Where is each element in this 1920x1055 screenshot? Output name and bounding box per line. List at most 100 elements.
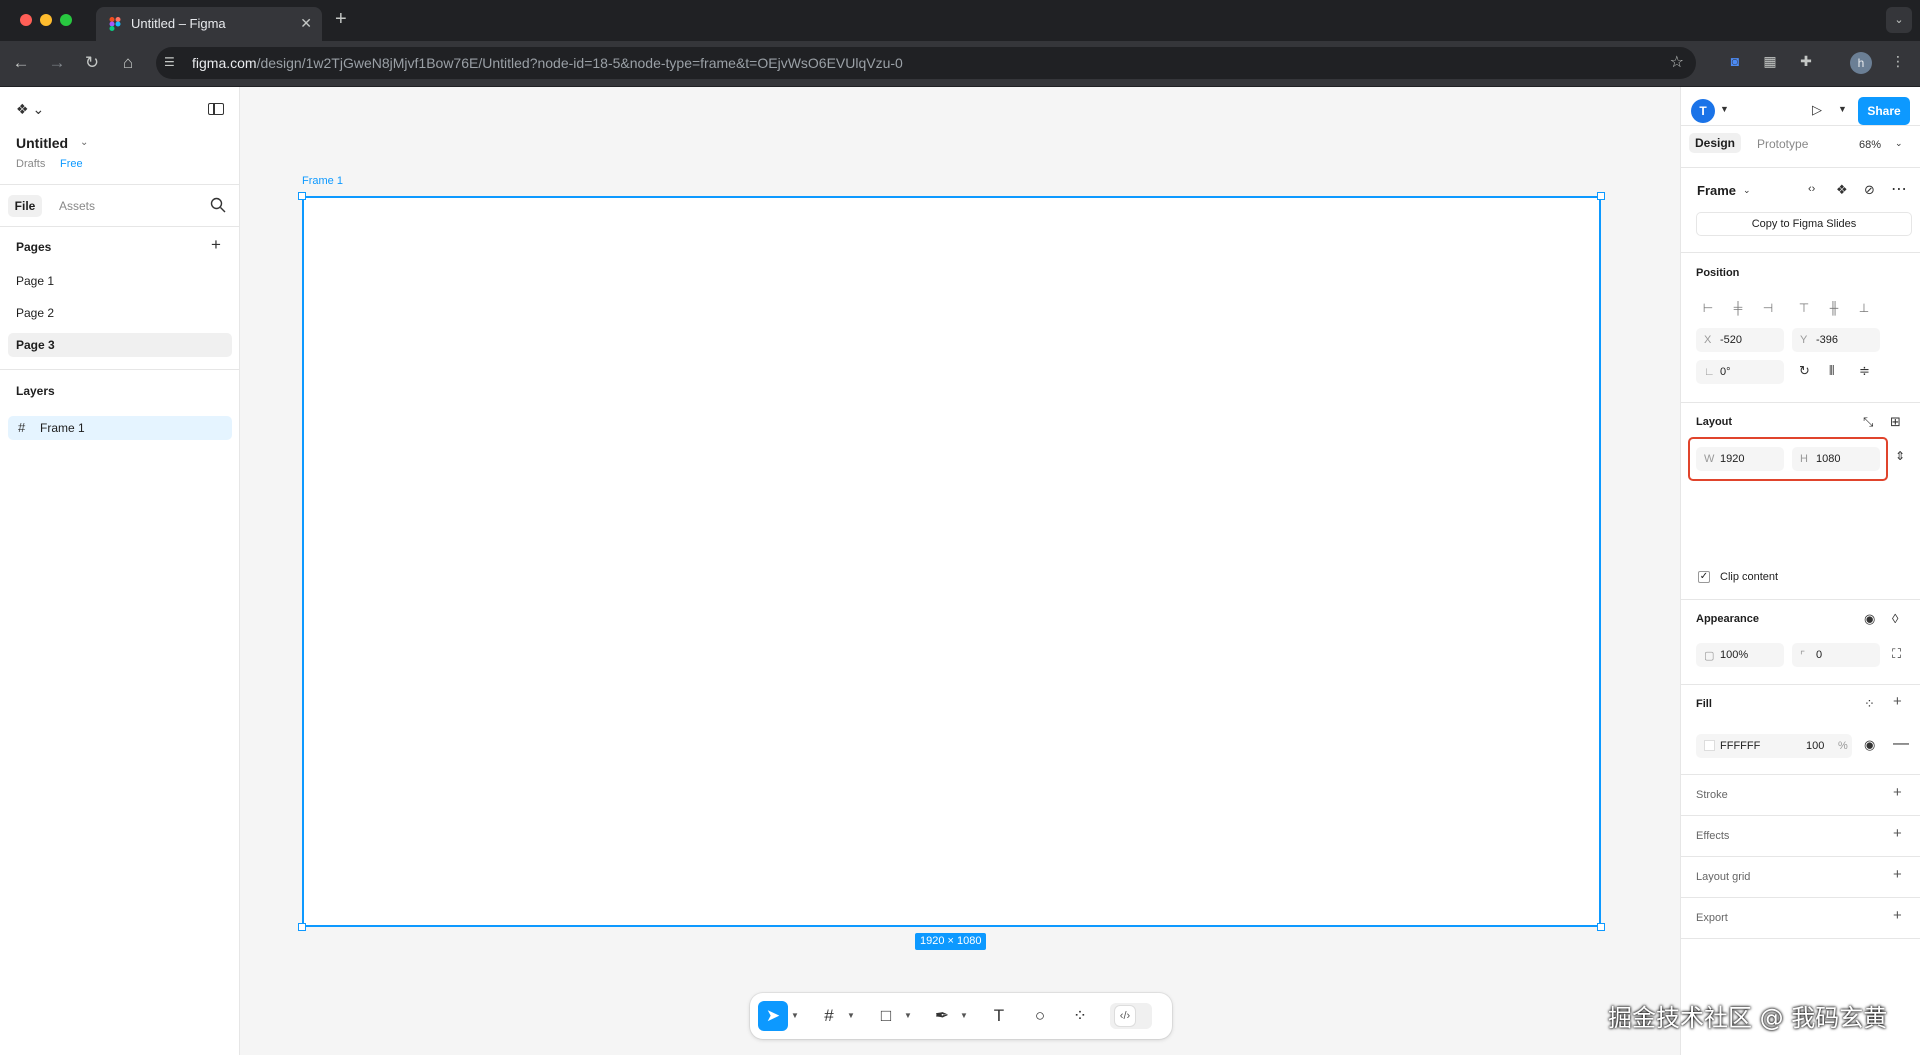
- tab-assets[interactable]: Assets: [59, 199, 95, 213]
- main-menu-icon[interactable]: ❖ ⌄: [16, 101, 44, 118]
- rectangle-tool-icon[interactable]: □: [871, 1001, 901, 1031]
- add-fill-icon[interactable]: +: [1893, 693, 1902, 710]
- actions-icon[interactable]: ⁘: [1065, 1001, 1095, 1031]
- layer-item[interactable]: # Frame 1: [8, 416, 232, 440]
- blend-mode-icon[interactable]: ◊: [1892, 611, 1898, 626]
- link-icon[interactable]: ⊘: [1864, 182, 1875, 198]
- tab-file[interactable]: File: [8, 195, 42, 217]
- chevron-down-icon[interactable]: ▼: [904, 1011, 912, 1020]
- align-center-v-icon[interactable]: ╫: [1822, 296, 1846, 320]
- chevron-down-icon[interactable]: ⌄: [1895, 138, 1903, 149]
- drafts-link[interactable]: Drafts: [16, 158, 45, 170]
- remove-fill-icon[interactable]: —: [1893, 735, 1909, 753]
- code-icon[interactable]: ‹›: [1808, 183, 1815, 195]
- reload-icon[interactable]: ↻: [81, 53, 103, 73]
- tab-search-icon[interactable]: ⌄: [1886, 7, 1912, 33]
- clip-content-label[interactable]: Clip content: [1720, 571, 1778, 583]
- stroke-heading[interactable]: Stroke: [1696, 789, 1728, 801]
- add-stroke-icon[interactable]: +: [1893, 784, 1902, 801]
- frame-label[interactable]: Frame 1: [302, 175, 343, 187]
- visibility-eye-icon[interactable]: ◉: [1864, 737, 1875, 753]
- align-bottom-icon[interactable]: ⊥: [1852, 296, 1876, 320]
- corner-radius-field[interactable]: ⌜ 0: [1792, 643, 1880, 667]
- comment-tool-icon[interactable]: ○: [1025, 1001, 1055, 1031]
- tab-prototype[interactable]: Prototype: [1757, 137, 1808, 151]
- selection-type-dropdown[interactable]: Frame: [1697, 183, 1736, 198]
- styles-icon[interactable]: ⁘: [1864, 696, 1875, 712]
- page-item[interactable]: Page 2: [8, 301, 232, 325]
- minimize-window-button[interactable]: [40, 14, 52, 26]
- clip-content-checkbox[interactable]: ✓: [1698, 571, 1710, 583]
- qr-code-icon[interactable]: ▦: [1760, 53, 1780, 73]
- resize-handle[interactable]: [298, 192, 306, 200]
- copy-to-slides-button[interactable]: Copy to Figma Slides: [1696, 212, 1912, 236]
- bookmark-star-icon[interactable]: ☆: [1670, 52, 1684, 72]
- y-position-field[interactable]: Y -396: [1792, 328, 1880, 352]
- chevron-down-icon[interactable]: ⌄: [1743, 185, 1751, 196]
- chevron-down-icon[interactable]: ▼: [1720, 104, 1729, 114]
- more-options-icon[interactable]: ⋯: [1891, 179, 1907, 199]
- align-right-icon[interactable]: ⊣: [1756, 296, 1780, 320]
- constrain-proportions-icon[interactable]: ⇕: [1895, 449, 1905, 463]
- page-item[interactable]: Page 1: [8, 269, 232, 293]
- maximize-window-button[interactable]: [60, 14, 72, 26]
- fill-color-field[interactable]: FFFFFF 100 %: [1696, 734, 1852, 758]
- resize-handle[interactable]: [1597, 192, 1605, 200]
- search-icon[interactable]: [210, 197, 226, 213]
- user-avatar[interactable]: T: [1691, 99, 1715, 123]
- visibility-eye-icon[interactable]: ◉: [1864, 611, 1875, 627]
- present-play-icon[interactable]: ▷: [1812, 102, 1822, 118]
- back-icon[interactable]: ←: [10, 53, 32, 73]
- browser-menu-icon[interactable]: ⋮: [1888, 53, 1908, 73]
- add-layout-grid-icon[interactable]: +: [1893, 866, 1902, 883]
- canvas[interactable]: Frame 1 1920 × 1080 ➤ ▼ # ▼ □ ▼ ✒ ▼ T ○ …: [240, 87, 1680, 1055]
- close-tab-icon[interactable]: ✕: [300, 15, 312, 32]
- individual-corners-icon[interactable]: ⛶: [1892, 646, 1901, 662]
- opacity-field[interactable]: ▢ 100%: [1696, 643, 1784, 667]
- chevron-down-icon[interactable]: ▼: [791, 1011, 799, 1020]
- frame-tool-icon[interactable]: #: [814, 1001, 844, 1031]
- component-icon[interactable]: ❖: [1836, 182, 1848, 198]
- resize-to-fit-icon[interactable]: ⤡: [1863, 414, 1873, 430]
- new-tab-button[interactable]: +: [335, 8, 347, 31]
- auto-layout-icon[interactable]: ⊞: [1890, 414, 1901, 430]
- flip-vertical-icon[interactable]: ≑: [1859, 363, 1870, 379]
- x-position-field[interactable]: X -520: [1696, 328, 1784, 352]
- add-page-icon[interactable]: +: [211, 235, 221, 255]
- resize-handle[interactable]: [298, 923, 306, 931]
- chevron-down-icon[interactable]: ▼: [960, 1011, 968, 1020]
- file-title[interactable]: Untitled: [16, 135, 68, 151]
- address-bar[interactable]: ☰ figma.com/design/1w2TjGweN8jMjvf1Bow76…: [156, 47, 1696, 79]
- extension-icon[interactable]: ◙: [1725, 53, 1745, 73]
- rotate-icon[interactable]: ↻: [1799, 363, 1810, 379]
- chevron-down-icon[interactable]: ▼: [1838, 104, 1847, 114]
- toggle-sidebar-icon[interactable]: [208, 103, 224, 115]
- export-heading[interactable]: Export: [1696, 912, 1728, 924]
- move-tool-icon[interactable]: ➤: [758, 1001, 788, 1031]
- dev-mode-toggle[interactable]: ‹/›: [1110, 1003, 1152, 1029]
- browser-profile-avatar[interactable]: h: [1850, 52, 1872, 74]
- pen-tool-icon[interactable]: ✒: [927, 1001, 957, 1031]
- plan-badge[interactable]: Free: [60, 158, 83, 170]
- add-export-icon[interactable]: +: [1893, 907, 1902, 924]
- flip-horizontal-icon[interactable]: ⫴: [1829, 363, 1834, 379]
- chevron-down-icon[interactable]: ▼: [847, 1011, 855, 1020]
- selected-frame[interactable]: [302, 196, 1601, 927]
- site-info-icon[interactable]: ☰: [164, 55, 180, 71]
- layout-grid-heading[interactable]: Layout grid: [1696, 871, 1750, 883]
- effects-heading[interactable]: Effects: [1696, 830, 1729, 842]
- fill-swatch[interactable]: [1704, 740, 1715, 751]
- align-left-icon[interactable]: ⊢: [1696, 296, 1720, 320]
- browser-tab[interactable]: Untitled – Figma ✕: [96, 7, 322, 41]
- text-tool-icon[interactable]: T: [984, 1001, 1014, 1031]
- url-text[interactable]: figma.com/design/1w2TjGweN8jMjvf1Bow76E/…: [192, 55, 903, 71]
- page-item-active[interactable]: Page 3: [8, 333, 232, 357]
- extensions-puzzle-icon[interactable]: ✚: [1796, 53, 1816, 73]
- home-icon[interactable]: ⌂: [117, 53, 139, 73]
- tab-design[interactable]: Design: [1689, 133, 1742, 153]
- share-button[interactable]: Share: [1858, 97, 1910, 125]
- rotation-field[interactable]: ∟ 0°: [1696, 360, 1784, 384]
- chevron-down-icon[interactable]: ⌄: [80, 137, 88, 148]
- resize-handle[interactable]: [1597, 923, 1605, 931]
- close-window-button[interactable]: [20, 14, 32, 26]
